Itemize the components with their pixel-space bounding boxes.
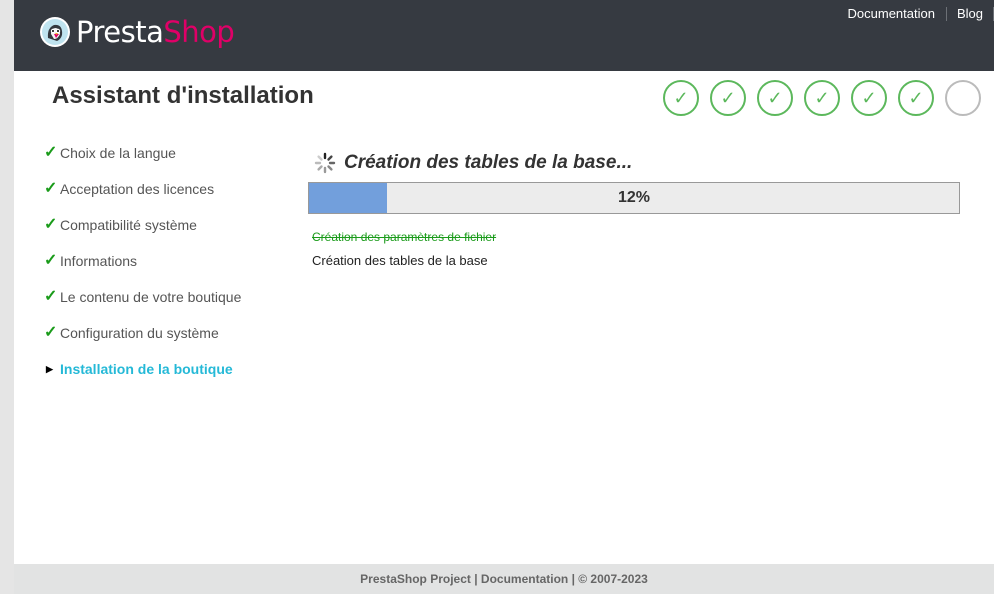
sidebar-item-compatibilite: ✓ Compatibilité système <box>44 215 241 251</box>
check-icon: ✓ <box>44 324 58 341</box>
arrow-right-icon: ▶ <box>46 364 53 374</box>
step-circle-1: ✓ <box>663 80 699 116</box>
step-circle-2: ✓ <box>710 80 746 116</box>
install-log: Création des paramètres de fichier Créat… <box>312 229 496 277</box>
check-icon: ✓ <box>767 87 783 108</box>
step-progress-indicator: ✓ ✓ ✓ ✓ ✓ ✓ <box>663 80 992 116</box>
install-status-heading: Création des tables de la base... <box>314 152 632 174</box>
check-icon: ✓ <box>44 288 58 305</box>
loading-spinner-icon <box>314 152 336 174</box>
check-icon: ✓ <box>44 216 58 233</box>
footer: PrestaShop Project | Documentation | © 2… <box>14 564 994 594</box>
logo-wordmark: PrestaShop <box>76 14 235 49</box>
sidebar-item-label: Compatibilité système <box>60 217 197 233</box>
step-circle-7 <box>945 80 981 116</box>
sidebar-item-installation: ▶ Installation de la boutique <box>44 359 241 395</box>
logo-presta-text: Presta <box>76 14 164 49</box>
sidebar-item-label: Acceptation des licences <box>60 181 215 197</box>
sidebar-item-label: Choix de la langue <box>60 145 176 161</box>
prestashop-logo[interactable]: PrestaShop <box>39 14 235 49</box>
install-progress-bar: 12% <box>308 182 960 214</box>
check-icon: ✓ <box>673 87 689 108</box>
check-icon: ✓ <box>44 180 58 197</box>
progress-percent-label: 12% <box>617 189 651 206</box>
top-nav: Documentation Blog <box>838 7 994 21</box>
sidebar-item-langue: ✓ Choix de la langue <box>44 143 241 179</box>
step-circle-3: ✓ <box>757 80 793 116</box>
install-steps-sidebar: ✓ Choix de la langue ✓ Acceptation des l… <box>44 143 241 395</box>
step-circle-6: ✓ <box>898 80 934 116</box>
page: PrestaShop Documentation Blog Assistant … <box>14 0 994 594</box>
step-circle-4: ✓ <box>804 80 840 116</box>
puffin-logo-icon <box>40 17 70 47</box>
logo-shop-text: Shop <box>163 14 235 49</box>
check-icon: ✓ <box>908 87 924 108</box>
sidebar-item-label: Le contenu de votre boutique <box>60 289 242 305</box>
log-item-done: Création des paramètres de fichier <box>312 230 497 244</box>
check-icon: ✓ <box>44 252 58 269</box>
check-icon: ✓ <box>814 87 830 108</box>
sidebar-item-label: Configuration du système <box>60 325 219 341</box>
sidebar-item-informations: ✓ Informations <box>44 251 241 287</box>
nav-documentation-link[interactable]: Documentation <box>838 7 947 21</box>
nav-blog-link[interactable]: Blog <box>947 7 994 21</box>
check-icon: ✓ <box>861 87 877 108</box>
log-item-current: Création des tables de la base <box>312 253 488 268</box>
check-icon: ✓ <box>44 144 58 161</box>
install-heading-text: Création des tables de la base... <box>344 152 633 173</box>
sidebar-item-configuration: ✓ Configuration du système <box>44 323 241 359</box>
check-icon: ✓ <box>720 87 736 108</box>
page-title: Assistant d'installation <box>52 82 314 109</box>
step-circle-5: ✓ <box>851 80 887 116</box>
sidebar-item-licences: ✓ Acceptation des licences <box>44 179 241 215</box>
sidebar-item-label: Installation de la boutique <box>60 361 233 377</box>
sidebar-item-contenu: ✓ Le contenu de votre boutique <box>44 287 241 323</box>
header: PrestaShop Documentation Blog <box>14 0 994 71</box>
sidebar-item-label: Informations <box>60 253 138 269</box>
